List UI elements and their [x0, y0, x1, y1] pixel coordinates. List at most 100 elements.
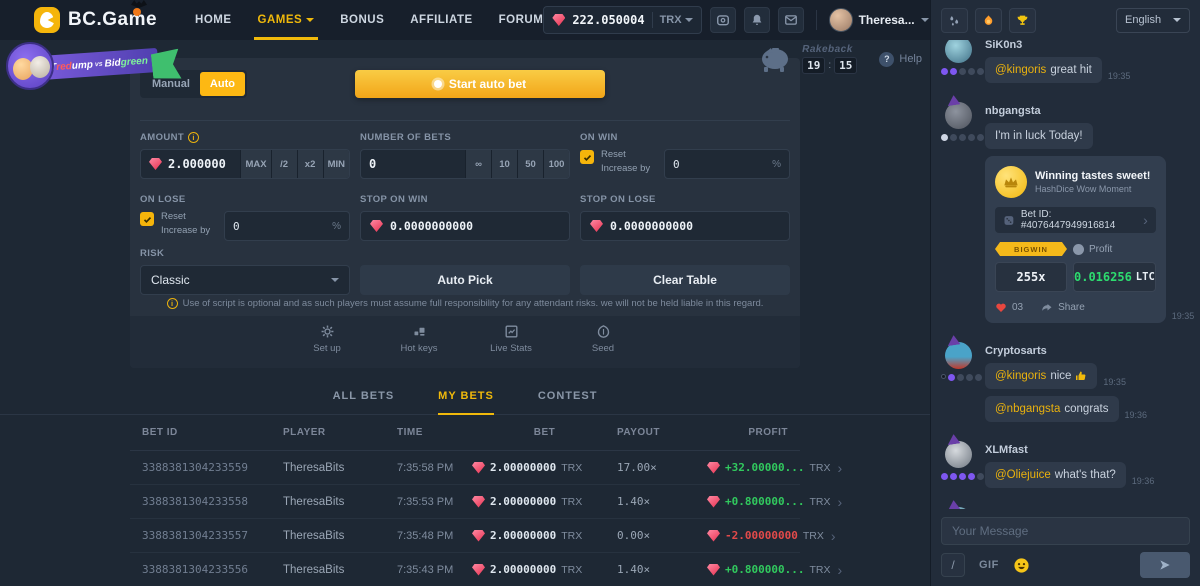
bcgame-logo-icon	[34, 7, 60, 33]
promo-banner[interactable]: TredumpvsBidgreen	[6, 42, 181, 94]
balance-currency: TRX	[660, 14, 693, 26]
on-win-reset-checkbox[interactable]	[580, 150, 594, 164]
slash-commands-button[interactable]: /	[941, 553, 965, 577]
win-share-card[interactable]: Winning tastes sweet! HashDice Wow Momen…	[985, 156, 1166, 323]
share-button[interactable]: Share	[1041, 302, 1085, 313]
on-win-increase-input[interactable]	[673, 158, 768, 171]
user-avatar[interactable]	[945, 342, 972, 369]
wizard-hat-icon	[946, 94, 963, 106]
amount-double-button[interactable]: x2	[297, 150, 323, 178]
notifications-button[interactable]	[744, 7, 770, 33]
logo[interactable]: BC.Game	[34, 7, 157, 33]
nav-item-games[interactable]: GAMES	[258, 0, 315, 40]
chat-message-input[interactable]	[952, 524, 1179, 538]
send-button[interactable]	[1140, 552, 1190, 578]
messages-button[interactable]	[778, 7, 804, 33]
nav-item-home[interactable]: HOME	[195, 0, 232, 40]
amount-input[interactable]	[168, 157, 232, 171]
trx-gem-icon	[370, 220, 383, 232]
trx-gem-icon	[590, 220, 603, 232]
nav-item-affiliate[interactable]: AFFILIATE	[410, 0, 472, 40]
fireball-button[interactable]	[975, 8, 1002, 33]
trx-gem-icon	[707, 530, 720, 542]
language-select[interactable]: English	[1116, 8, 1190, 33]
gif-button[interactable]: GIF	[979, 559, 999, 571]
table-row[interactable]: 3388381304233557 TheresaBits 7:35:48 PM …	[130, 519, 800, 553]
table-row[interactable]: 3388381304233558 TheresaBits 7:35:53 PM …	[130, 485, 800, 519]
auto-pick-button[interactable]: Auto Pick	[360, 265, 570, 295]
bets-infinite-button[interactable]: ∞	[465, 150, 491, 178]
like-button[interactable]: 03	[995, 302, 1023, 313]
chat-username[interactable]: SiK0n3	[985, 40, 1190, 51]
chat-username[interactable]: nbgangsta	[985, 105, 1190, 117]
clear-table-wrap: Clear Table	[580, 248, 790, 295]
user-avatar	[829, 8, 853, 32]
amount-max-button[interactable]: MAX	[240, 150, 270, 178]
increase-by-label: Increase by	[161, 225, 217, 236]
tab-contest[interactable]: CONTEST	[538, 378, 598, 415]
tab-auto[interactable]: Auto	[200, 72, 245, 96]
chat-username[interactable]: Cryptosarts	[985, 345, 1190, 357]
logo-text: BC.Game	[68, 9, 157, 31]
trx-gem-icon	[707, 462, 720, 474]
hot-keys-button[interactable]: Hot keys	[390, 324, 448, 368]
contest-button[interactable]	[1009, 8, 1036, 33]
bets-100-button[interactable]: 100	[543, 150, 569, 178]
divider	[140, 120, 790, 121]
help-button[interactable]: ? Help	[879, 52, 922, 67]
dice-icon	[1003, 214, 1015, 227]
user-medals	[941, 473, 984, 480]
rain-button[interactable]	[941, 8, 968, 33]
live-stats-icon	[504, 324, 519, 339]
user-menu[interactable]: Theresa...	[829, 8, 929, 32]
mention-link[interactable]: @nbgangsta	[995, 403, 1060, 415]
user-avatar[interactable]	[945, 507, 972, 509]
bet-id-row[interactable]: Bet ID: #4076447949916814 ›	[995, 207, 1156, 233]
bets-10-button[interactable]: 10	[491, 150, 517, 178]
mention-link[interactable]: @kingoris	[995, 370, 1046, 382]
chat-message: Cryptosarts @kingorisnice 19:35 @nbgangs…	[941, 342, 1190, 429]
on-lose-increase-input[interactable]	[233, 220, 328, 233]
nav-item-forum[interactable]: FORUM	[499, 0, 544, 40]
thumbs-up-icon	[1075, 370, 1087, 382]
emoji-button[interactable]	[1013, 557, 1030, 574]
clear-table-button[interactable]: Clear Table	[580, 265, 790, 295]
setup-button[interactable]: Set up	[298, 324, 356, 368]
mention-link[interactable]: @Oliejuice	[995, 469, 1051, 481]
live-stats-button[interactable]: Live Stats	[482, 324, 540, 368]
user-avatar[interactable]	[945, 102, 972, 129]
chevron-right-icon: ›	[837, 461, 842, 475]
user-avatar[interactable]	[945, 40, 972, 63]
chat-bubble: @kingorisgreat hit	[985, 57, 1102, 83]
stop-on-win-input[interactable]	[390, 219, 560, 233]
chat-bubble: @nbgangstacongrats	[985, 396, 1119, 422]
banner-ribbon: TredumpvsBidgreen	[39, 48, 158, 80]
info-icon[interactable]: i	[188, 132, 199, 143]
balance-dropdown[interactable]: 222.050004 TRX	[543, 6, 701, 34]
seed-button[interactable]: Seed	[574, 324, 632, 368]
start-auto-bet-button[interactable]: Start auto bet	[355, 70, 605, 98]
amount-half-button[interactable]: /2	[271, 150, 297, 178]
chat-username[interactable]: XLMfast	[985, 444, 1190, 456]
timer-seconds: 15	[834, 57, 857, 74]
user-avatar[interactable]	[945, 441, 972, 468]
rakeback-widget[interactable]: Rakeback 19 : 15 ? Help	[758, 44, 922, 74]
percent-suffix: %	[772, 159, 781, 170]
nav-item-bonus[interactable]: BONUS	[340, 0, 384, 40]
bets-50-button[interactable]: 50	[517, 150, 543, 178]
mention-link[interactable]: @kingoris	[995, 64, 1046, 76]
amount-min-button[interactable]: MIN	[323, 150, 349, 178]
profit-amount-box: 0.016256LTC	[1073, 262, 1156, 292]
on-win-group: ON WIN ResetIncrease by %	[580, 132, 790, 179]
vault-button[interactable]	[710, 7, 736, 33]
number-of-bets-input[interactable]	[369, 157, 457, 171]
risk-select[interactable]: Classic	[140, 265, 350, 295]
table-row[interactable]: 3388381304233559 TheresaBits 7:35:58 PM …	[130, 451, 800, 485]
table-row[interactable]: 3388381304233556 TheresaBits 7:35:43 PM …	[130, 553, 800, 586]
heart-icon	[995, 302, 1007, 313]
stop-on-lose-input[interactable]	[610, 219, 780, 233]
tab-all-bets[interactable]: ALL BETS	[333, 378, 395, 415]
win-card-title: Winning tastes sweet!	[1035, 170, 1150, 182]
tab-my-bets[interactable]: MY BETS	[438, 378, 494, 415]
on-lose-reset-checkbox[interactable]	[140, 212, 154, 226]
